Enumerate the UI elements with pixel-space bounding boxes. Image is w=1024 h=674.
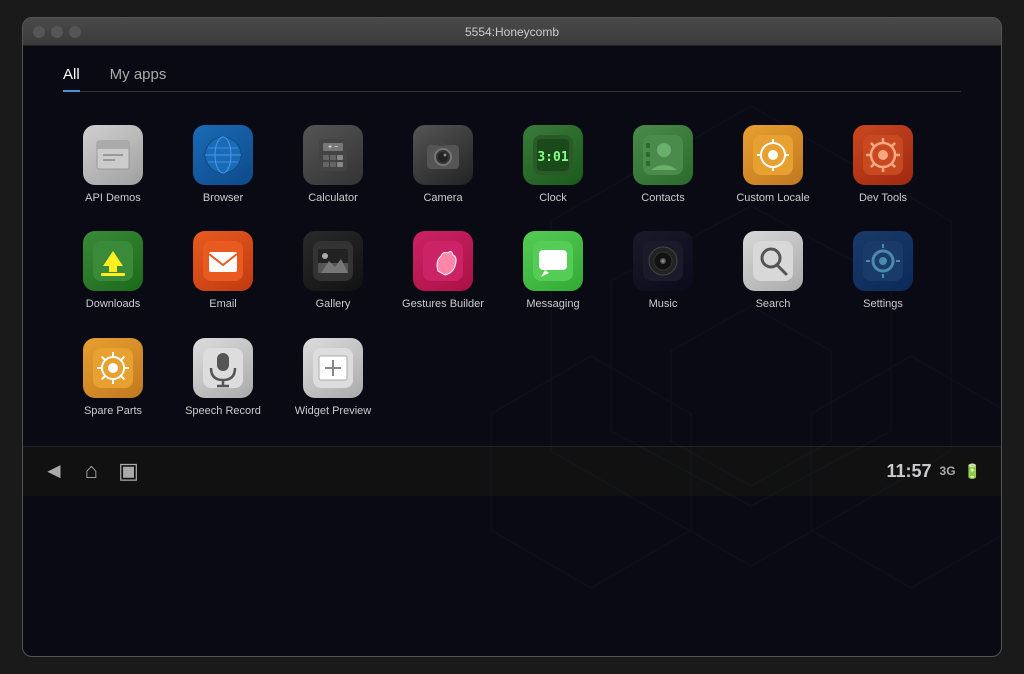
app-icon-settings[interactable]: Settings bbox=[833, 223, 933, 319]
app-icon-image-clock: 3:01 bbox=[523, 125, 583, 185]
app-label-email: Email bbox=[209, 297, 237, 311]
tab-all[interactable]: All bbox=[63, 66, 80, 91]
app-icon-dev-tools[interactable]: Dev Tools bbox=[833, 117, 933, 213]
app-label-music: Music bbox=[649, 297, 678, 311]
app-icon-image-messaging bbox=[523, 231, 583, 291]
app-icon-image-gallery bbox=[303, 231, 363, 291]
app-icon-gestures-builder[interactable]: Gestures Builder bbox=[393, 223, 493, 319]
maximize-button[interactable] bbox=[69, 26, 81, 38]
app-label-camera: Camera bbox=[423, 191, 462, 205]
app-icon-image-browser bbox=[193, 125, 253, 185]
app-icon-image-custom-locale bbox=[743, 125, 803, 185]
app-icon-image-dev-tools bbox=[853, 125, 913, 185]
app-icon-image-settings bbox=[853, 231, 913, 291]
app-icon-clock[interactable]: 3:01 Clock bbox=[503, 117, 603, 213]
app-label-gallery: Gallery bbox=[316, 297, 351, 311]
app-icon-image-music bbox=[633, 231, 693, 291]
app-label-custom-locale: Custom Locale bbox=[736, 191, 809, 205]
titlebar: 5554:Honeycomb bbox=[23, 18, 1001, 46]
app-icon-browser[interactable]: Browser bbox=[173, 117, 273, 213]
app-icon-calculator[interactable]: + − Calculator bbox=[283, 117, 383, 213]
window-title: 5554:Honeycomb bbox=[465, 25, 559, 39]
recent-button[interactable]: ▣ bbox=[118, 458, 139, 484]
app-label-gestures-builder: Gestures Builder bbox=[402, 297, 484, 311]
nav-left: ◄ ⌂ ▣ bbox=[43, 458, 139, 484]
app-icon-image-camera bbox=[413, 125, 473, 185]
app-label-clock: Clock bbox=[539, 191, 567, 205]
app-icon-image-speech-record bbox=[193, 338, 253, 398]
app-icon-gallery[interactable]: Gallery bbox=[283, 223, 383, 319]
mac-window: 5554:Honeycomb All My apps bbox=[22, 17, 1002, 657]
app-label-calculator: Calculator bbox=[308, 191, 358, 205]
back-button[interactable]: ◄ bbox=[43, 458, 65, 484]
content-area: All My apps API Demos Browser + − Calculato… bbox=[23, 46, 1001, 446]
close-button[interactable] bbox=[33, 26, 45, 38]
app-label-search: Search bbox=[756, 297, 791, 311]
app-label-widget-preview: Widget Preview bbox=[295, 404, 371, 418]
app-icon-messaging[interactable]: Messaging bbox=[503, 223, 603, 319]
app-icon-music[interactable]: Music bbox=[613, 223, 713, 319]
app-icon-image-email bbox=[193, 231, 253, 291]
app-icon-image-api-demos bbox=[83, 125, 143, 185]
app-icon-image-search bbox=[743, 231, 803, 291]
minimize-button[interactable] bbox=[51, 26, 63, 38]
app-label-settings: Settings bbox=[863, 297, 903, 311]
window-controls bbox=[33, 26, 81, 38]
app-label-spare-parts: Spare Parts bbox=[84, 404, 142, 418]
app-icon-speech-record[interactable]: Speech Record bbox=[173, 330, 273, 426]
app-label-downloads: Downloads bbox=[86, 297, 140, 311]
device-screen: All My apps API Demos Browser + − Calculato… bbox=[23, 46, 1001, 656]
svg-text:3:01: 3:01 bbox=[537, 150, 568, 165]
home-button[interactable]: ⌂ bbox=[85, 458, 98, 484]
app-icon-email[interactable]: Email bbox=[173, 223, 273, 319]
app-icon-widget-preview[interactable]: Widget Preview bbox=[283, 330, 383, 426]
app-icon-custom-locale[interactable]: Custom Locale bbox=[723, 117, 823, 213]
app-icon-image-contacts bbox=[633, 125, 693, 185]
app-icon-image-downloads bbox=[83, 231, 143, 291]
app-label-browser: Browser bbox=[203, 191, 243, 205]
app-icon-spare-parts[interactable]: Spare Parts bbox=[63, 330, 163, 426]
app-label-messaging: Messaging bbox=[526, 297, 579, 311]
app-icon-image-widget-preview bbox=[303, 338, 363, 398]
svg-text:+ −: + − bbox=[328, 144, 338, 151]
app-label-contacts: Contacts bbox=[641, 191, 684, 205]
app-icon-image-spare-parts bbox=[83, 338, 143, 398]
app-icon-search[interactable]: Search bbox=[723, 223, 823, 319]
app-icon-image-gestures-builder bbox=[413, 231, 473, 291]
app-grid: API Demos Browser + − Calculator Camera 3:01 C… bbox=[63, 107, 961, 426]
tab-bar: All My apps bbox=[63, 66, 961, 92]
app-icon-downloads[interactable]: Downloads bbox=[63, 223, 163, 319]
app-icon-api-demos[interactable]: API Demos bbox=[63, 117, 163, 213]
tab-my-apps[interactable]: My apps bbox=[110, 66, 167, 91]
app-label-api-demos: API Demos bbox=[85, 191, 141, 205]
app-icon-image-calculator: + − bbox=[303, 125, 363, 185]
app-label-speech-record: Speech Record bbox=[185, 404, 261, 418]
app-label-dev-tools: Dev Tools bbox=[859, 191, 907, 205]
app-icon-contacts[interactable]: Contacts bbox=[613, 117, 713, 213]
app-icon-camera[interactable]: Camera bbox=[393, 117, 493, 213]
